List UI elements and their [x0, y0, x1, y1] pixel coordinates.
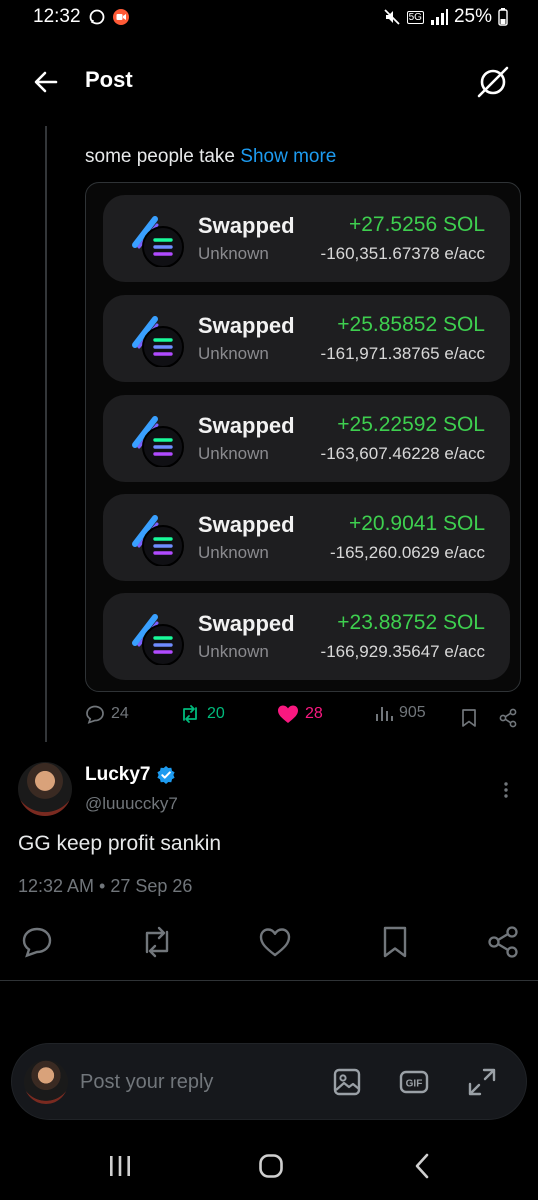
repost-icon [183, 705, 197, 723]
top-bar: Post [0, 56, 538, 106]
like-button[interactable]: 28 [277, 704, 323, 724]
views-icon [376, 707, 393, 721]
signal-icon [430, 9, 448, 25]
swap-price: -165,260.0629 e/acc [329, 543, 485, 562]
more-options-icon[interactable] [496, 780, 516, 800]
swap-amount: +20.9041 SOL [348, 512, 485, 535]
post-media[interactable]: Swapped Unknown +27.5256 SOL -160,351.67… [85, 182, 521, 692]
expand-icon[interactable] [466, 1066, 498, 1098]
heart-icon[interactable] [257, 924, 293, 960]
svg-text:GIF: GIF [406, 1079, 423, 1090]
grok-icon[interactable] [476, 65, 510, 99]
swap-subtitle: Unknown [198, 642, 269, 661]
author-handle[interactable]: @luuuccky7 [85, 794, 178, 814]
repost-count: 20 [207, 705, 225, 722]
show-more-link[interactable]: Show more [240, 146, 336, 167]
author-name[interactable]: Lucky7 [85, 764, 176, 786]
swap-subtitle: Unknown [198, 543, 269, 562]
swap-card: Swapped Unknown +20.9041 SOL -165,260.06… [103, 494, 510, 581]
author-name-text: Lucky7 [85, 764, 151, 785]
bookmark-icon[interactable] [459, 708, 479, 728]
solana-token-icon [132, 614, 184, 665]
reply-input[interactable]: Post your reply [80, 1071, 213, 1094]
like-count: 28 [305, 705, 323, 722]
page-title: Post [85, 67, 133, 92]
share-icon[interactable] [485, 924, 521, 960]
swap-title: Swapped [198, 611, 295, 636]
swap-title: Swapped [198, 413, 295, 438]
repost-icon[interactable] [138, 924, 174, 960]
post-actions: 24 20 28 905 [85, 704, 525, 732]
status-right: 5G 25% [383, 6, 508, 28]
thread-line [45, 126, 47, 742]
verified-badge-icon [157, 766, 176, 784]
status-bar: 12:32 5G 25% [0, 0, 538, 36]
swap-subtitle: Unknown [198, 444, 269, 463]
swap-title: Swapped [198, 213, 295, 238]
solana-token-icon [132, 316, 184, 367]
swap-card: Swapped Unknown +27.5256 SOL -160,351.67… [103, 195, 510, 282]
solana-token-icon [132, 515, 184, 566]
share-icon[interactable] [498, 708, 518, 728]
swap-card: Swapped Unknown +25.85852 SOL -161,971.3… [103, 295, 510, 382]
swap-subtitle: Unknown [198, 344, 269, 363]
status-time: 12:32 [33, 6, 81, 27]
swap-amount: +27.5256 SOL [348, 213, 485, 236]
reply-text: GG keep profit sankin [18, 832, 222, 855]
reply-icon[interactable] [19, 924, 55, 960]
repost-button[interactable]: 20 [179, 704, 225, 724]
swap-price: -160,351.67378 e/acc [320, 244, 485, 263]
reply-count: 24 [111, 705, 129, 722]
network-type: 5G [406, 10, 424, 24]
swap-card: Swapped Unknown +25.22592 SOL -163,607.4… [103, 395, 510, 482]
swap-card: Swapped Unknown +23.88752 SOL -166,929.3… [103, 593, 510, 680]
battery-percent: 25% [453, 6, 492, 27]
heart-icon [278, 705, 298, 723]
views-button[interactable]: 905 [375, 704, 426, 722]
post-body: some people take [85, 146, 241, 167]
swap-subtitle: Unknown [198, 244, 269, 263]
mute-icon [383, 9, 400, 25]
home-icon[interactable] [256, 1151, 286, 1181]
battery-icon [498, 8, 508, 26]
back-icon[interactable] [408, 1151, 438, 1181]
swap-title: Swapped [198, 512, 295, 537]
system-nav-bar [0, 1135, 538, 1195]
swap-price: -163,607.46228 e/acc [320, 444, 485, 463]
swap-price: -166,929.35647 e/acc [320, 642, 485, 661]
reply-button[interactable]: 24 [85, 704, 129, 724]
recent-apps-icon[interactable] [105, 1151, 135, 1181]
reply-composer[interactable]: Post your reply GIF [11, 1043, 527, 1120]
gif-icon[interactable]: GIF [398, 1066, 430, 1098]
post-text: some people take Show more [85, 146, 336, 168]
bookmark-icon[interactable] [377, 924, 413, 960]
swap-title: Swapped [198, 313, 295, 338]
solana-token-icon [132, 216, 184, 267]
back-arrow-icon[interactable] [30, 66, 62, 98]
chat-notification-icon [89, 9, 105, 25]
reply-icon [86, 705, 104, 724]
solana-token-icon [132, 416, 184, 467]
reply-timestamp: 12:32 AM • 27 Sep 26 [18, 876, 193, 896]
swap-price: -161,971.38765 e/acc [320, 344, 485, 363]
image-icon[interactable] [331, 1066, 363, 1098]
notification-icons [88, 8, 130, 26]
views-count: 905 [399, 704, 426, 721]
swap-amount: +25.22592 SOL [337, 413, 485, 436]
avatar[interactable] [18, 762, 72, 816]
swap-amount: +25.85852 SOL [337, 313, 485, 336]
divider [0, 980, 538, 981]
avatar [24, 1060, 68, 1104]
recorder-notification-icon [113, 9, 129, 25]
reply-actions [0, 924, 538, 960]
swap-amount: +23.88752 SOL [337, 611, 485, 634]
